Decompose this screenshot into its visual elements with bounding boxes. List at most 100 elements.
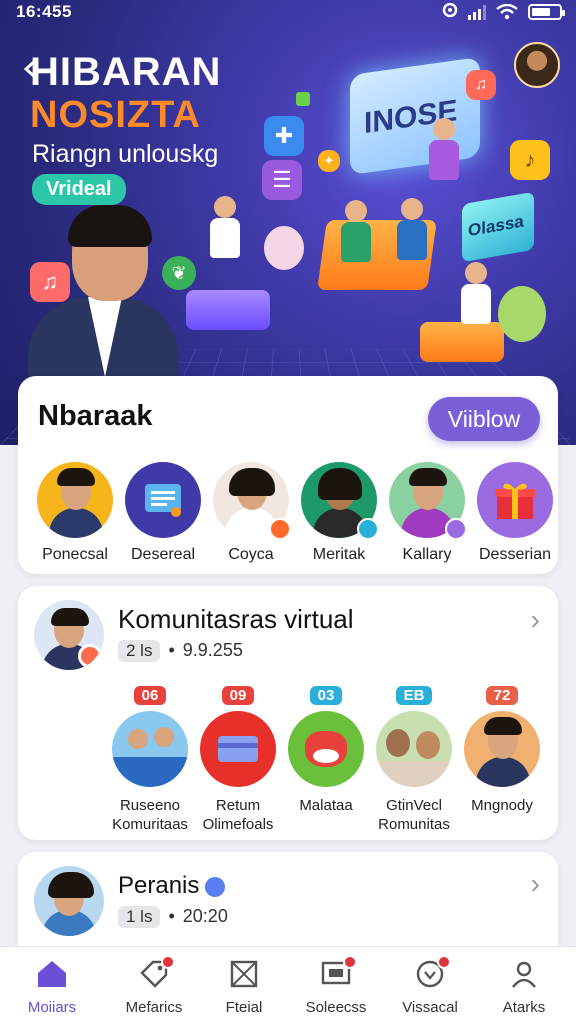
nav-item-screen[interactable]: Soleecss bbox=[288, 955, 384, 1016]
notification-dot bbox=[161, 955, 175, 969]
hero-title-line2: NOSIZTA bbox=[30, 94, 201, 136]
stories-title: Nbaraak bbox=[38, 400, 153, 432]
community-item[interactable]: 72 Mngnody bbox=[458, 686, 546, 816]
profile-name: Peranis bbox=[118, 872, 200, 899]
community-name-line2: Romunitas bbox=[378, 816, 450, 833]
profile-title: Peranis bbox=[118, 872, 226, 900]
nav-item-chat[interactable]: Vissacal bbox=[382, 955, 478, 1016]
story-item[interactable]: Desereal bbox=[120, 462, 206, 564]
nav-label: Moiiars bbox=[27, 999, 77, 1016]
community-item[interactable]: 06 Ruseeno Komuritaas bbox=[106, 686, 194, 833]
notification-dot bbox=[437, 955, 451, 969]
story-item[interactable]: Kallary bbox=[384, 462, 470, 564]
story-name: Meritak bbox=[312, 546, 366, 563]
virtual-screen-small-text: Olassa bbox=[468, 211, 524, 241]
nav-item-grid[interactable]: Fteial bbox=[196, 959, 292, 1016]
nav-item-home[interactable]: Moiiars bbox=[4, 959, 100, 1016]
view-all-button[interactable]: Viiblow bbox=[428, 397, 540, 441]
story-name: Kallary bbox=[402, 546, 452, 563]
community-item[interactable]: 03 Malataa bbox=[282, 686, 370, 816]
music-note-icon: ♫ bbox=[466, 70, 496, 100]
grid-icon bbox=[230, 960, 258, 988]
document-icon bbox=[145, 484, 181, 517]
profile-time: 20:20 bbox=[182, 906, 228, 926]
profile-pill: 1 ls bbox=[118, 906, 161, 928]
user-avatar[interactable] bbox=[514, 42, 560, 88]
story-name: Ponecsal bbox=[42, 546, 108, 563]
community-pill: 2 ls bbox=[118, 640, 161, 662]
stories-card: Nbaraak Viiblow Ponecsal Desereal Coyca … bbox=[18, 376, 558, 574]
nav-label: Soleecss bbox=[305, 999, 367, 1016]
community-item[interactable]: ΕΒ GtinVecl Romunitas bbox=[370, 686, 458, 833]
community-name: Malataa bbox=[299, 797, 353, 814]
community-badge: 06 bbox=[133, 686, 167, 705]
community-name-line2: Komuritaas bbox=[112, 816, 188, 833]
community-title: Komunitasras virtual bbox=[118, 604, 354, 634]
profile-icon bbox=[512, 961, 536, 988]
community-badge: 72 bbox=[485, 686, 519, 705]
story-name: Desereal bbox=[130, 546, 196, 563]
story-name: Desserian bbox=[478, 546, 552, 563]
list-icon: ☰ bbox=[262, 160, 302, 200]
community-card[interactable]: Komunitasras virtual › 2 ls • 9.9.255 06 R… bbox=[18, 586, 558, 840]
wifi-icon bbox=[496, 4, 518, 20]
community-badge: 03 bbox=[309, 686, 343, 705]
host-figure bbox=[28, 205, 178, 387]
story-name: Coyca bbox=[228, 546, 274, 563]
location-icon bbox=[442, 3, 458, 18]
virtual-screen-small: Olassa bbox=[462, 191, 534, 263]
nav-item-profile[interactable]: Atarks bbox=[476, 959, 572, 1016]
cross-icon: ✚ bbox=[264, 116, 304, 156]
community-badge: 09 bbox=[221, 686, 255, 705]
hero-title-line1: HIBARAN bbox=[30, 50, 222, 94]
community-name: Retum bbox=[215, 797, 261, 814]
story-item[interactable]: Meritak bbox=[296, 462, 382, 564]
plush-toy bbox=[264, 226, 304, 270]
status-bar: 16:455 bbox=[0, 0, 576, 24]
nav-label: Fteial bbox=[225, 999, 263, 1016]
stage-platform-small bbox=[420, 322, 504, 362]
hero-subtitle: Riangn unlouskg bbox=[32, 140, 219, 168]
story-item[interactable]: Coyca bbox=[208, 462, 294, 564]
chevron-right-icon[interactable]: › bbox=[531, 604, 540, 636]
community-badge: ΕΒ bbox=[395, 686, 433, 705]
stage-platform-purple bbox=[186, 290, 270, 330]
notification-dot bbox=[343, 955, 357, 969]
music-note-icon: ♪ bbox=[510, 140, 550, 180]
plush-toy bbox=[498, 286, 546, 342]
community-count: 9.9.255 bbox=[182, 640, 243, 660]
chevron-right-icon[interactable]: › bbox=[531, 868, 540, 900]
signal-icon bbox=[468, 4, 486, 20]
card-icon bbox=[218, 736, 258, 762]
community-meta: 2 ls • 9.9.255 bbox=[118, 640, 243, 662]
nav-label: Atarks bbox=[502, 999, 546, 1016]
nav-label: Mefarics bbox=[125, 999, 183, 1016]
community-name-line2: Olimefoals bbox=[202, 816, 274, 833]
avatar-figure bbox=[336, 200, 376, 262]
avatar-figure bbox=[392, 198, 432, 260]
status-time: 16:455 bbox=[16, 2, 72, 21]
community-name: Mngnody bbox=[471, 797, 533, 814]
stories-row: Ponecsal Desereal Coyca Meritak Kallary … bbox=[32, 462, 558, 574]
puzzle-icon: ✦ bbox=[318, 150, 340, 172]
gift-icon bbox=[495, 483, 535, 519]
profile-meta: 1 ls • 20:20 bbox=[118, 906, 228, 928]
verified-icon bbox=[205, 876, 226, 897]
story-item[interactable]: Ponecsal bbox=[32, 462, 118, 564]
avatar-figure bbox=[200, 196, 250, 292]
home-icon bbox=[38, 961, 66, 987]
community-name: Ruseeno bbox=[119, 797, 181, 814]
battery-icon bbox=[528, 4, 565, 20]
community-avatar bbox=[34, 600, 104, 670]
nav-item-tags[interactable]: Mefarics bbox=[106, 955, 202, 1016]
nav-label: Vissacal bbox=[402, 999, 458, 1016]
avatar-figure bbox=[424, 118, 464, 198]
community-name: GtinVecl bbox=[386, 797, 442, 814]
community-item[interactable]: 09 Retum Olimefoals bbox=[194, 686, 282, 833]
hero-badge[interactable]: Vrideal bbox=[32, 174, 126, 205]
profile-avatar bbox=[34, 866, 104, 936]
avatar-figure bbox=[456, 262, 496, 324]
story-item[interactable]: Desserian bbox=[472, 462, 558, 564]
cube-icon bbox=[296, 92, 310, 106]
bottom-nav: Moiiars Mefarics Fteial Soleecss Vissaca… bbox=[0, 946, 576, 1024]
